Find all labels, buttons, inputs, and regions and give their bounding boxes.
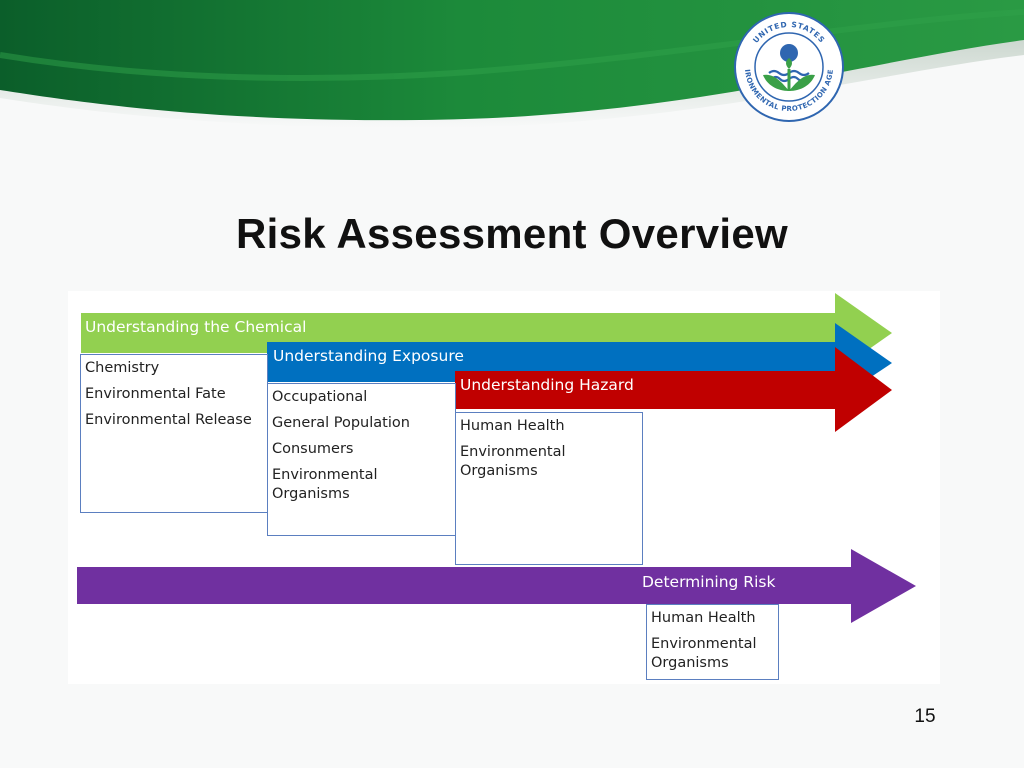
box-determining-risk: Human Health Environmental Organisms [646, 604, 779, 680]
list-item: Environmental Release [85, 412, 252, 428]
slide: UNITED STATES ENVIRONMENTAL PROTECTION A… [0, 0, 1024, 768]
list-item: Consumers [272, 441, 354, 457]
list-item: Environmental Organisms [272, 467, 378, 502]
list-item: Chemistry [85, 360, 160, 376]
list-item: Human Health [460, 418, 565, 434]
stage-label-chemical: Understanding the Chemical [85, 318, 307, 336]
box-understanding-chemical: Chemistry Environmental Fate Environment… [80, 354, 268, 513]
box-understanding-exposure: Occupational General Population Consumer… [267, 383, 456, 536]
stage-label-exposure: Understanding Exposure [273, 347, 464, 365]
header-wave [0, 0, 1024, 128]
determining-risk-label: Determining Risk [642, 573, 776, 591]
epa-seal-icon: UNITED STATES ENVIRONMENTAL PROTECTION A… [733, 11, 844, 122]
page-number: 15 [914, 706, 936, 727]
list-item: General Population [272, 415, 410, 431]
list-item: Environmental Organisms [460, 444, 566, 479]
slide-title: Risk Assessment Overview [236, 210, 788, 257]
list-item: Human Health [651, 610, 756, 626]
stage-label-hazard: Understanding Hazard [460, 376, 634, 394]
list-item: Environmental Fate [85, 386, 226, 402]
list-item: Occupational [272, 389, 368, 405]
box-understanding-hazard: Human Health Environmental Organisms [455, 412, 643, 565]
risk-assessment-diagram: Understanding the Chemical Understanding… [68, 291, 940, 684]
list-item: Environmental Organisms [651, 636, 757, 671]
